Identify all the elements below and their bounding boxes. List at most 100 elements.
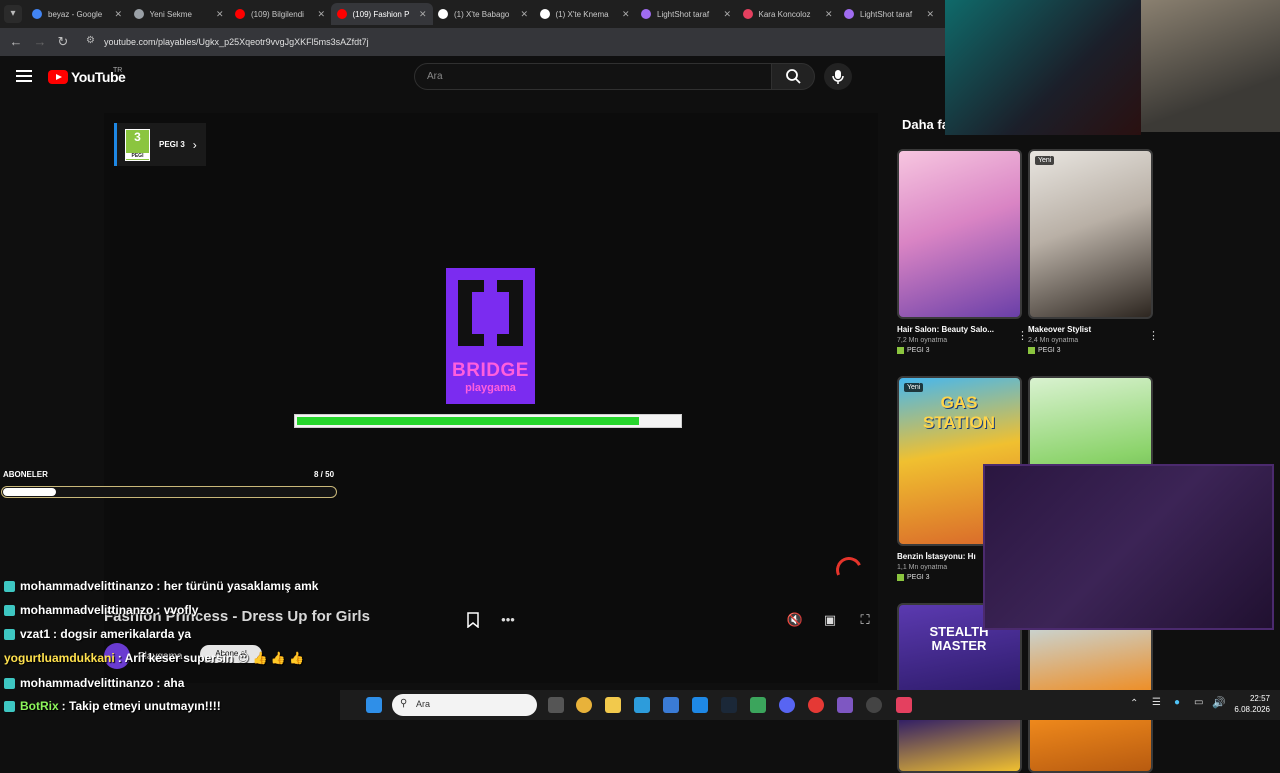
webcam-overlay-guest	[1141, 0, 1280, 132]
tab-close-icon[interactable]: ✕	[317, 9, 325, 20]
tab-title: Yeni Sekme	[149, 9, 192, 19]
search-box	[414, 63, 772, 90]
store-icon[interactable]	[663, 697, 679, 713]
theater-mode-icon[interactable]: ▣	[818, 609, 842, 631]
minecraft-icon[interactable]	[750, 697, 766, 713]
recommendation-pegi: PEGI 3	[897, 347, 1022, 354]
chrome-icon[interactable]	[576, 697, 592, 713]
tab-close-icon[interactable]: ✕	[622, 9, 630, 20]
recommendation-title[interactable]: Hair Salon: Beauty Salo...	[897, 325, 1007, 334]
browser-tab[interactable]: beyaz - Google ✕	[26, 3, 128, 25]
clock-time: 22:57	[1249, 694, 1270, 703]
tab-title: (109) Bilgilendi	[251, 9, 304, 19]
tab-close-icon[interactable]: ✕	[825, 9, 833, 20]
recommendation-title[interactable]: Makeover Stylist	[1028, 325, 1138, 334]
steam-icon[interactable]	[721, 697, 737, 713]
chat-text: : vvofly	[156, 603, 199, 617]
browser-tab[interactable]: Kara Koncoloz ✕	[737, 3, 839, 25]
chat-username: mohammadvelittinanzo	[20, 579, 154, 593]
browser-tab[interactable]: LightShot taraf ✕	[838, 3, 940, 25]
gas-station-thumb-text: GAS STATION	[922, 393, 996, 432]
site-info-icon[interactable]: ⚙	[86, 35, 95, 46]
media-player-icon[interactable]	[808, 697, 824, 713]
chat-badge-icon	[4, 628, 15, 640]
tab-favicon-icon	[438, 9, 448, 19]
tab-close-icon[interactable]: ✕	[723, 9, 731, 20]
chat-message: vzat1: dogsir amerikalarda ya	[4, 627, 191, 641]
browser-tab[interactable]: Yeni Sekme ✕	[128, 3, 230, 25]
browser-tab[interactable]: (1) X'te Babago ✕	[432, 3, 534, 25]
search-input[interactable]	[427, 64, 757, 89]
task-view-icon[interactable]	[548, 697, 564, 713]
tray-volume-icon[interactable]: 🔊	[1212, 696, 1226, 709]
chat-text: : dogsir amerikalarda ya	[53, 627, 192, 641]
bookmark-icon[interactable]	[461, 609, 485, 631]
forward-icon[interactable]: →	[32, 34, 48, 49]
url-text[interactable]: youtube.com/playables/Ugkx_p25Xqeotr9vvg…	[104, 37, 369, 47]
terminal-icon[interactable]	[634, 697, 650, 713]
teams-icon[interactable]	[837, 697, 853, 713]
pegi-rating-badge[interactable]: 3 PEGI PEGI 3 ›	[114, 123, 206, 166]
mute-icon[interactable]: 🔇	[783, 609, 807, 631]
recommendation-card[interactable]: Yeni Makeover Stylist 2,4 Mn oynatma PEGI 3…	[1028, 149, 1159, 354]
chat-message: BotRix: Takip etmeyi unutmayın!!!!	[4, 699, 221, 713]
browser-tab[interactable]: (1) X'te Knema ✕	[534, 3, 636, 25]
discord-icon[interactable]	[779, 697, 795, 713]
pegi-icon: 3 PEGI	[125, 128, 150, 161]
loader-brand-text: BRIDGE	[452, 360, 529, 381]
reload-icon[interactable]: ↻	[55, 34, 71, 50]
clock-date: 6.08.2026	[1234, 705, 1270, 714]
tab-close-icon[interactable]: ✕	[114, 9, 122, 20]
chat-text: : Arif keser supersin 😍 👍 👍 👍	[117, 651, 304, 665]
tray-expand-icon[interactable]: ⌃	[1130, 698, 1138, 709]
start-icon[interactable]	[366, 697, 382, 713]
pegi-icon	[1028, 347, 1035, 354]
voice-search-button[interactable]	[824, 63, 852, 90]
chat-badge-icon	[4, 677, 15, 689]
chat-message: mohammadvelittinanzo: her türünü yasakla…	[4, 579, 318, 593]
chat-text: : aha	[156, 676, 185, 690]
tab-favicon-icon	[32, 9, 42, 19]
mail-icon[interactable]	[692, 697, 708, 713]
tray-display-icon[interactable]: ▭	[1194, 697, 1203, 708]
tab-close-icon[interactable]: ✕	[216, 9, 224, 20]
recommendation-card[interactable]: Hair Salon: Beauty Salo... 7,2 Mn oynatma…	[897, 149, 1028, 354]
tray-mic-icon[interactable]: ●	[1174, 697, 1180, 708]
subscriber-goal-label: ABONELER	[3, 470, 48, 479]
back-icon[interactable]: ←	[8, 34, 24, 49]
tab-search-button[interactable]: ▾	[4, 5, 22, 23]
youtube-play-icon	[48, 70, 68, 84]
taskbar-search-input[interactable]	[392, 694, 537, 716]
instagram-icon[interactable]	[896, 697, 912, 713]
fullscreen-icon[interactable]: ⛶	[853, 609, 877, 631]
search-icon	[786, 69, 801, 84]
tab-title: beyaz - Google	[48, 9, 103, 19]
tab-close-icon[interactable]: ✕	[926, 9, 934, 20]
tab-close-icon[interactable]: ✕	[520, 9, 528, 20]
obs-icon[interactable]	[866, 697, 882, 713]
tab-title: (1) X'te Knema	[555, 9, 609, 19]
chat-username: mohammadvelittinanzo	[20, 603, 154, 617]
recommendations-heading: Daha fa	[902, 117, 949, 132]
recommendation-thumbnail[interactable]: Yeni	[1028, 149, 1153, 319]
more-options-icon[interactable]: •••	[496, 609, 520, 631]
menu-icon[interactable]	[16, 70, 32, 82]
tray-network-icon[interactable]: ☰	[1152, 697, 1161, 708]
chat-badge-icon	[4, 580, 15, 592]
search-button[interactable]	[771, 63, 815, 90]
browser-tab[interactable]: (109) Bilgilendi ✕	[229, 3, 331, 25]
taskbar-clock[interactable]: 22:57 6.08.2026	[1232, 693, 1270, 715]
more-vert-icon[interactable]: ⋮	[1017, 329, 1028, 342]
chevron-right-icon: ›	[192, 137, 197, 152]
subscriber-goal-bar	[1, 486, 337, 498]
chat-message: mohammadvelittinanzo: aha	[4, 676, 184, 690]
file-explorer-icon[interactable]	[605, 697, 621, 713]
tab-close-icon[interactable]: ✕	[419, 9, 427, 20]
more-vert-icon[interactable]: ⋮	[1148, 329, 1159, 342]
recommendation-thumbnail[interactable]	[897, 149, 1022, 319]
recommendation-plays: 7,2 Mn oynatma	[897, 337, 948, 344]
browser-tab[interactable]: (109) Fashion P ✕	[330, 3, 433, 25]
new-badge: Yeni	[904, 383, 924, 392]
chat-username: yogurtluamdukkani	[4, 651, 115, 665]
browser-tab[interactable]: LightShot taraf ✕	[635, 3, 737, 25]
